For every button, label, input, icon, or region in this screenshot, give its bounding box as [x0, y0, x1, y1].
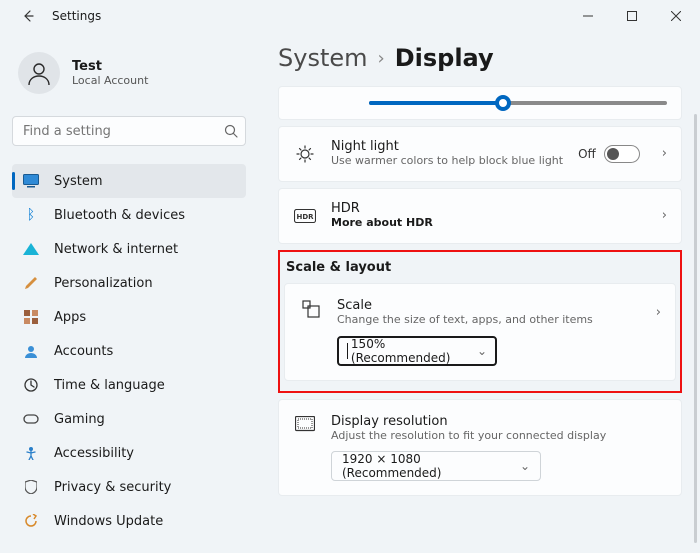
brightness-card — [278, 86, 682, 120]
card-subtitle: Use warmer colors to help block blue lig… — [331, 154, 564, 169]
card-title: Display resolution — [331, 414, 667, 429]
sidebar-item-bluetooth[interactable]: ᛒ Bluetooth & devices — [12, 198, 246, 232]
brightness-slider[interactable] — [369, 101, 667, 105]
chevron-down-icon: ⌄ — [477, 344, 487, 358]
user-subtitle: Local Account — [72, 74, 148, 87]
main-content: System › Display Night light Use warmer … — [258, 32, 700, 553]
sidebar-item-label: Windows Update — [54, 514, 163, 529]
chevron-right-icon: › — [662, 146, 667, 161]
dropdown-value: 1920 × 1080 (Recommended) — [342, 452, 520, 480]
scrollbar[interactable] — [694, 114, 697, 543]
apps-icon — [22, 308, 40, 326]
card-subtitle: Adjust the resolution to fit your connec… — [331, 429, 667, 444]
hdr-icon: HDR — [293, 209, 317, 223]
user-account-row[interactable]: Test Local Account — [12, 44, 246, 102]
breadcrumb: System › Display — [278, 44, 682, 72]
close-button[interactable] — [654, 0, 698, 32]
sidebar-item-label: System — [54, 174, 102, 189]
titlebar: Settings — [0, 0, 700, 32]
sidebar-item-accessibility[interactable]: Accessibility — [12, 436, 246, 470]
night-light-icon — [293, 145, 317, 163]
sidebar-item-label: Time & language — [54, 378, 165, 393]
chevron-right-icon: › — [656, 305, 661, 320]
resolution-card[interactable]: Display resolution Adjust the resolution… — [278, 399, 682, 497]
sidebar-item-system[interactable]: System — [12, 164, 246, 198]
minimize-icon — [583, 11, 593, 21]
brush-icon — [22, 274, 40, 292]
sidebar: Test Local Account System ᛒ Bluetooth & d… — [0, 32, 258, 553]
resolution-dropdown[interactable]: 1920 × 1080 (Recommended) ⌄ — [331, 451, 541, 481]
maximize-button[interactable] — [610, 0, 654, 32]
page-title: Display — [395, 44, 494, 72]
chevron-right-icon: › — [662, 208, 667, 223]
sidebar-item-label: Accounts — [54, 344, 113, 359]
resolution-icon — [293, 416, 317, 432]
hdr-card[interactable]: HDR HDR More about HDR › — [278, 188, 682, 244]
sidebar-item-update[interactable]: Windows Update — [12, 504, 246, 538]
avatar — [18, 52, 60, 94]
update-icon — [22, 512, 40, 530]
sidebar-item-label: Gaming — [54, 412, 105, 427]
sidebar-item-time[interactable]: Time & language — [12, 368, 246, 402]
user-name: Test — [72, 59, 148, 74]
window-title: Settings — [52, 9, 566, 23]
scale-icon — [299, 300, 323, 318]
sidebar-item-gaming[interactable]: Gaming — [12, 402, 246, 436]
card-title: Night light — [331, 139, 564, 154]
card-subtitle: More about HDR — [331, 216, 433, 229]
sidebar-item-label: Apps — [54, 310, 86, 325]
scale-dropdown[interactable]: 150% (Recommended) ⌄ — [337, 336, 497, 366]
night-light-toggle[interactable] — [604, 145, 640, 163]
chevron-down-icon: ⌄ — [520, 459, 530, 473]
search-icon — [224, 124, 238, 138]
breadcrumb-parent[interactable]: System — [278, 44, 368, 72]
clock-icon — [22, 376, 40, 394]
account-icon — [22, 342, 40, 360]
card-title: HDR — [331, 201, 640, 216]
sidebar-item-privacy[interactable]: Privacy & security — [12, 470, 246, 504]
sidebar-item-label: Accessibility — [54, 446, 134, 461]
bluetooth-icon: ᛒ — [22, 206, 40, 224]
wifi-icon — [22, 240, 40, 258]
maximize-icon — [627, 11, 637, 21]
sidebar-item-label: Network & internet — [54, 242, 178, 257]
shield-icon — [22, 478, 40, 496]
sidebar-item-personalization[interactable]: Personalization — [12, 266, 246, 300]
sidebar-item-label: Personalization — [54, 276, 153, 291]
window-controls — [566, 0, 698, 32]
toggle-state: Off — [578, 147, 596, 161]
sidebar-item-accounts[interactable]: Accounts — [12, 334, 246, 368]
gaming-icon — [22, 410, 40, 428]
slider-thumb[interactable] — [495, 95, 511, 111]
arrow-left-icon — [21, 9, 35, 23]
scale-card[interactable]: Scale Change the size of text, apps, and… — [284, 283, 676, 381]
card-title: Scale — [337, 298, 634, 313]
chevron-right-icon: › — [378, 48, 385, 69]
system-icon — [22, 172, 40, 190]
close-icon — [671, 11, 681, 21]
search-input[interactable] — [12, 116, 246, 146]
sidebar-item-apps[interactable]: Apps — [12, 300, 246, 334]
nav-list: System ᛒ Bluetooth & devices Network & in… — [12, 164, 246, 553]
card-subtitle: Change the size of text, apps, and other… — [337, 313, 634, 328]
sidebar-item-label: Privacy & security — [54, 480, 171, 495]
dropdown-value: 150% (Recommended) — [351, 337, 477, 365]
accessibility-icon — [22, 444, 40, 462]
svg-text:HDR: HDR — [296, 213, 314, 221]
section-title: Scale & layout — [286, 260, 676, 275]
text-cursor — [347, 343, 348, 359]
minimize-button[interactable] — [566, 0, 610, 32]
sidebar-item-label: Bluetooth & devices — [54, 208, 185, 223]
back-button[interactable] — [16, 4, 40, 28]
highlight-box: Scale & layout Scale Change the size of … — [278, 250, 682, 393]
night-light-card[interactable]: Night light Use warmer colors to help bl… — [278, 126, 682, 182]
person-icon — [26, 60, 52, 86]
sidebar-item-network[interactable]: Network & internet — [12, 232, 246, 266]
